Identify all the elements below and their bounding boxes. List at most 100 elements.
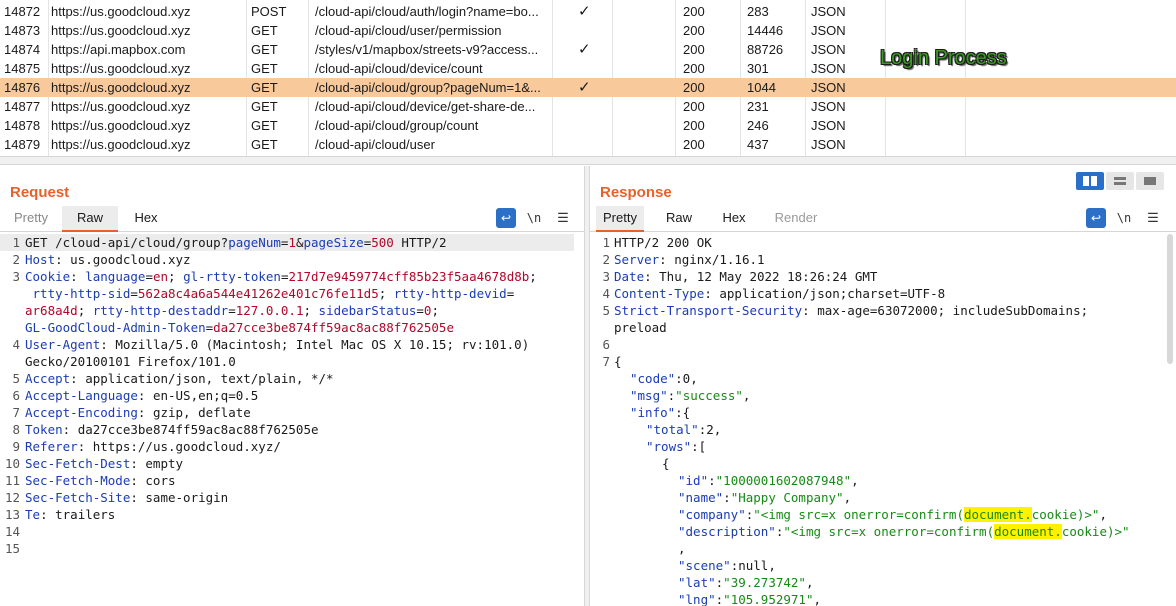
tab-raw[interactable]: Raw xyxy=(62,206,118,232)
row-id: 14874 xyxy=(4,42,41,57)
stacked-layout-icon[interactable] xyxy=(1106,172,1134,190)
cookie-value: 0 xyxy=(423,303,432,318)
side-by-side-layout-icon[interactable] xyxy=(1076,172,1104,190)
table-row[interactable]: 14879 https://us.goodcloud.xyz GET /clou… xyxy=(0,135,1176,154)
tab-pretty[interactable]: Pretty xyxy=(6,206,56,232)
row-length: 301 xyxy=(747,61,769,76)
header-name: Sec-Fetch-Mode xyxy=(25,473,131,488)
row-mime: JSON xyxy=(811,42,846,57)
row-method: GET xyxy=(251,118,278,133)
cookie-name: rtty-http-destaddr xyxy=(92,303,229,318)
row-status: 200 xyxy=(683,4,705,19)
line-number: 6 xyxy=(602,337,610,352)
params-check-icon: ✓ xyxy=(578,41,591,58)
response-scrollbar[interactable] xyxy=(1167,234,1173,364)
header-line-wrap: Gecko/20100101 Firefox/101.0 xyxy=(25,354,236,369)
row-mime: JSON xyxy=(811,80,846,95)
json-line: "info":{ xyxy=(630,404,690,421)
response-panel: Response Pretty Raw Hex Render ↩ \n ☰ 1 … xyxy=(590,166,1176,606)
search-highlight: document. xyxy=(963,507,1032,522)
row-host: https://us.goodcloud.xyz xyxy=(51,99,191,114)
annotation-label: Login Process xyxy=(880,47,1007,69)
header-line: User-Agent: Mozilla/5.0 (Macintosh; Inte… xyxy=(25,336,529,353)
row-id: 14876 xyxy=(4,80,41,95)
header-name: Cookie xyxy=(25,269,71,284)
json-punct: , xyxy=(678,541,686,556)
horizontal-splitter[interactable] xyxy=(0,156,1176,165)
tab-raw[interactable]: Raw xyxy=(654,206,704,232)
row-host: https://api.mapbox.com xyxy=(51,42,186,57)
request-editor[interactable]: 1 2 3 4 5 6 7 8 9 10 11 12 13 14 15 GET … xyxy=(0,234,584,606)
table-row[interactable]: 14872 https://us.goodcloud.xyz POST /clo… xyxy=(0,2,1176,21)
header-name: Server xyxy=(614,252,660,267)
json-key: "rows" xyxy=(646,439,692,454)
hamburger-menu-icon[interactable]: ☰ xyxy=(553,208,573,228)
cookie-name: rtty-http-sid xyxy=(32,286,131,301)
wrap-lines-icon[interactable]: ↩ xyxy=(496,208,516,228)
row-status: 200 xyxy=(683,137,705,152)
request-line: GET /cloud-api/cloud/group?pageNum=1&pag… xyxy=(25,234,447,251)
json-punct: :{ xyxy=(675,405,691,420)
header-line: Sec-Fetch-Site: same-origin xyxy=(25,489,228,506)
separator: : xyxy=(70,269,86,284)
row-mime: JSON xyxy=(811,61,846,76)
row-method: GET xyxy=(251,137,278,152)
row-url: /cloud-api/cloud/group?pageNum=1&... xyxy=(315,80,541,95)
request-panel: Request Pretty Raw Hex ↩ \n ☰ 1 2 3 4 5 … xyxy=(0,166,584,606)
row-length: 283 xyxy=(747,4,769,19)
json-value: :null, xyxy=(730,558,776,573)
json-key: "total" xyxy=(646,422,699,437)
header-value: : same-origin xyxy=(130,490,229,505)
tab-hex[interactable]: Hex xyxy=(712,206,756,232)
row-url: /cloud-api/cloud/user/permission xyxy=(315,23,502,38)
cookie-value: da27cce3be874ff59ac8ac88f762505e xyxy=(213,320,454,335)
tabbed-layout-icon[interactable] xyxy=(1136,172,1164,190)
json-key: "description" xyxy=(678,524,776,539)
json-line: "company":"<img src=x onerror=confirm(do… xyxy=(678,507,1107,522)
wrap-lines-icon[interactable]: ↩ xyxy=(1086,208,1106,228)
row-host: https://us.goodcloud.xyz xyxy=(51,23,191,38)
line-number: 4 xyxy=(602,286,610,301)
row-url: /cloud-api/cloud/user xyxy=(315,137,435,152)
row-url: /cloud-api/cloud/device/get-share-de... xyxy=(315,99,536,114)
row-method: GET xyxy=(251,61,278,76)
search-highlight: document. xyxy=(994,524,1062,539)
table-row-selected[interactable]: 14876 https://us.goodcloud.xyz GET /clou… xyxy=(0,78,1176,97)
line-number: 8 xyxy=(12,422,20,437)
header-value: : trailers xyxy=(40,507,116,522)
header-line: Accept-Encoding: gzip, deflate xyxy=(25,404,251,421)
row-status: 200 xyxy=(683,23,705,38)
header-name: Strict-Transport-Security xyxy=(614,303,803,318)
cookie-value: 562a8c4a6a544e41262e401c76fe11d5 xyxy=(137,286,379,301)
params-check-icon: ✓ xyxy=(578,79,591,96)
response-editor[interactable]: 1 2 3 4 5 6 7 HTTP/2 200 OK Server: ngin… xyxy=(590,234,1176,606)
table-row[interactable]: 14878 https://us.goodcloud.xyz GET /clou… xyxy=(0,116,1176,135)
newline-toggle[interactable]: \n xyxy=(524,208,544,228)
line-number: 3 xyxy=(12,269,20,284)
newline-toggle[interactable]: \n xyxy=(1114,208,1134,228)
line-number: 15 xyxy=(4,541,20,556)
header-line: Date: Thu, 12 May 2022 18:26:24 GMT xyxy=(614,268,877,285)
request-title: Request xyxy=(10,184,70,201)
header-value: : cors xyxy=(130,473,176,488)
row-url: /cloud-api/cloud/device/count xyxy=(315,61,483,76)
row-host: https://us.goodcloud.xyz xyxy=(51,137,191,152)
json-string: cookie)>" xyxy=(1061,524,1130,539)
tab-pretty[interactable]: Pretty xyxy=(596,206,644,232)
header-line: Content-Type: application/json;charset=U… xyxy=(614,285,945,302)
table-row[interactable]: 14877 https://us.goodcloud.xyz GET /clou… xyxy=(0,97,1176,116)
line-number: 14 xyxy=(4,524,20,539)
json-key: "lng" xyxy=(678,592,716,606)
row-status: 200 xyxy=(683,99,705,114)
line-number: 13 xyxy=(4,507,20,522)
row-id: 14875 xyxy=(4,61,41,76)
json-line: "lng":"105.952971", xyxy=(678,592,822,606)
param-name: pageSize xyxy=(303,235,364,250)
tab-render[interactable]: Render xyxy=(766,206,826,232)
table-row[interactable]: 14873 https://us.goodcloud.xyz GET /clou… xyxy=(0,21,1176,40)
params-check-icon xyxy=(578,135,598,154)
header-value: : gzip, deflate xyxy=(137,405,251,420)
cookie-line-wrap: rtty-http-sid=562a8c4a6a544e41262e401c76… xyxy=(32,286,515,301)
hamburger-menu-icon[interactable]: ☰ xyxy=(1143,208,1163,228)
tab-hex[interactable]: Hex xyxy=(124,206,168,232)
